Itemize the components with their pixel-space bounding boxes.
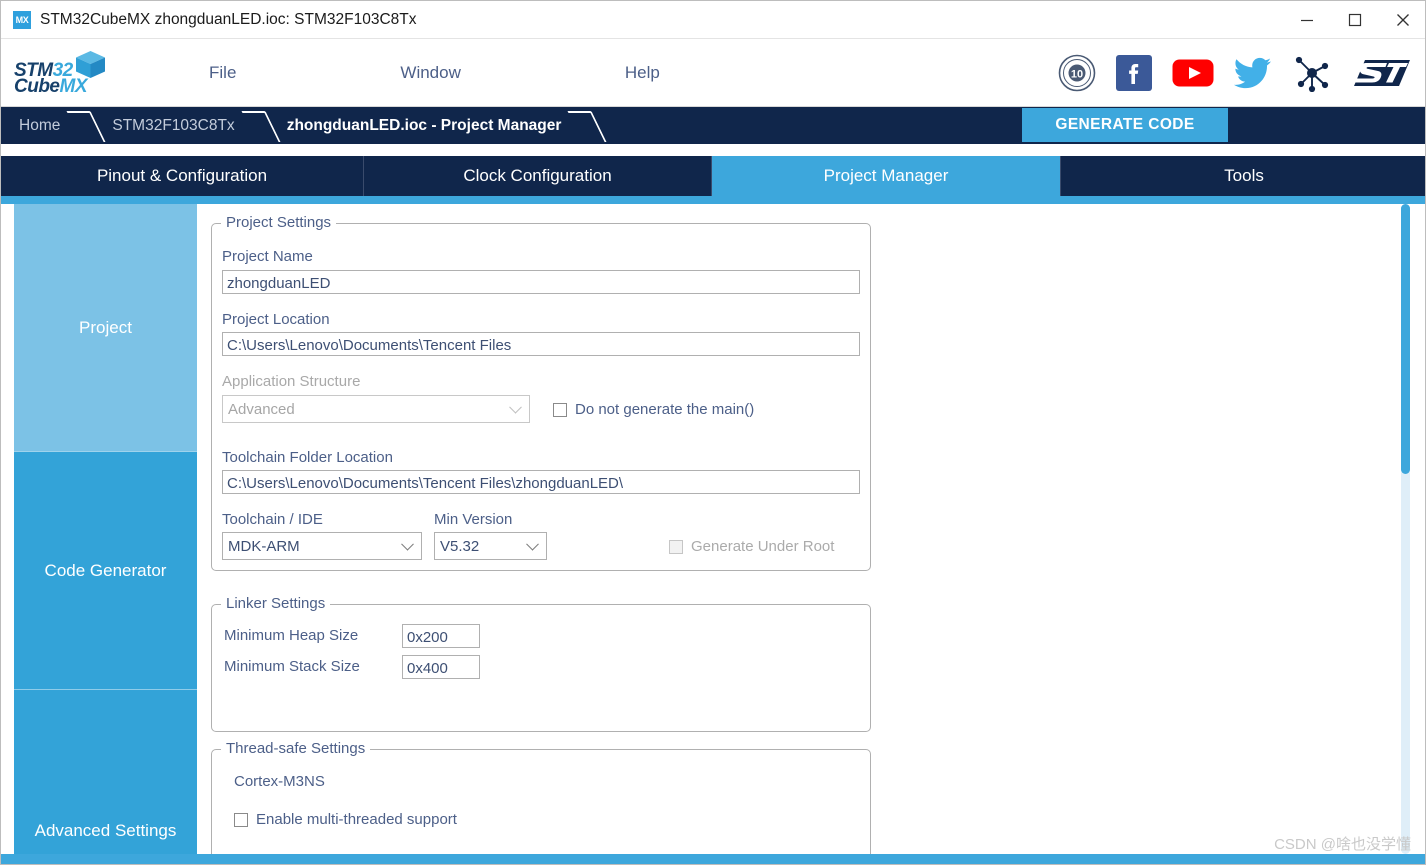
stm32cubemx-window: MX STM32CubeMX zhongduanLED.ioc: STM32F1…: [0, 0, 1426, 865]
stm32cubemx-logo: STM32 CubeMX: [11, 45, 116, 101]
sidebar-item-project[interactable]: Project: [14, 204, 197, 451]
project-location-input[interactable]: C:\Users\Lenovo\Documents\Tencent Files: [222, 332, 860, 356]
minimum-heap-size-label: Minimum Heap Size: [224, 627, 359, 644]
window-controls: [1283, 1, 1425, 39]
chevron-right-icon: [575, 107, 595, 144]
logo-mx: MX: [59, 76, 88, 97]
youtube-icon[interactable]: [1172, 58, 1214, 88]
bottom-accent-bar: [1, 854, 1425, 864]
close-icon[interactable]: [1379, 1, 1425, 39]
toolchain-ide-select[interactable]: MDK-ARM: [222, 532, 422, 560]
toolchain-folder-location-label: Toolchain Folder Location: [222, 449, 393, 466]
breadcrumb-item-current[interactable]: zhongduanLED.ioc - Project Manager: [269, 117, 576, 135]
svg-text:10: 10: [1071, 69, 1083, 81]
sidebar-item-advanced-settings[interactable]: Advanced Settings: [14, 689, 197, 854]
social-links: 10: [1058, 39, 1413, 107]
toolchain-folder-location-input[interactable]: C:\Users\Lenovo\Documents\Tencent Files\…: [222, 470, 860, 494]
menu-item-file[interactable]: File: [191, 63, 254, 83]
menu-item-window[interactable]: Window: [382, 63, 478, 83]
maximize-icon[interactable]: [1331, 1, 1379, 39]
ten-years-badge-icon[interactable]: 10: [1058, 54, 1096, 92]
breadcrumb-items: Home STM32F103C8Tx zhongduanLED.ioc - Pr…: [1, 107, 595, 144]
breadcrumb-item-home[interactable]: Home: [1, 117, 74, 135]
enable-multithreaded-support-label: Enable multi-threaded support: [256, 811, 457, 828]
project-name-label: Project Name: [222, 248, 313, 265]
do-not-generate-main-label: Do not generate the main(): [575, 401, 755, 418]
checkbox-box: [553, 402, 567, 417]
application-structure-value: Advanced: [228, 400, 295, 418]
thread-safe-settings-legend: Thread-safe Settings: [221, 740, 371, 757]
tab-project-manager[interactable]: Project Manager: [712, 156, 1061, 196]
st-logo-icon[interactable]: [1351, 55, 1413, 91]
do-not-generate-main-checkbox[interactable]: Do not generate the main(): [553, 401, 754, 418]
toolchain-ide-label: Toolchain / IDE: [222, 511, 323, 528]
project-settings-group: Project Settings Project Name zhongduanL…: [211, 214, 871, 571]
application-structure-label: Application Structure: [222, 373, 361, 390]
tab-pinout-configuration[interactable]: Pinout & Configuration: [1, 156, 364, 196]
minimum-stack-size-input[interactable]: 0x400: [402, 655, 480, 679]
sidebar-item-code-generator[interactable]: Code Generator: [14, 451, 197, 689]
left-margin: [1, 204, 14, 854]
linker-settings-legend: Linker Settings: [221, 595, 331, 612]
minimum-stack-size-label: Minimum Stack Size: [224, 658, 360, 675]
minimum-heap-size-input[interactable]: 0x200: [402, 624, 480, 648]
project-name-input[interactable]: zhongduanLED: [222, 270, 860, 294]
breadcrumb-item-mcu[interactable]: STM32F103C8Tx: [94, 117, 248, 135]
menu-item-help[interactable]: Help: [607, 63, 678, 83]
project-settings-legend: Project Settings: [221, 214, 337, 231]
community-network-icon[interactable]: [1292, 54, 1332, 92]
generate-under-root-label: Generate Under Root: [691, 538, 835, 555]
accent-strip: [1, 196, 1425, 204]
twitter-icon[interactable]: [1233, 56, 1273, 90]
project-panel: Project Settings Project Name zhongduanL…: [197, 204, 1391, 854]
project-manager-sidebar: Project Code Generator Advanced Settings: [14, 204, 197, 854]
app-icon: MX: [13, 10, 31, 29]
linker-settings-group: Linker Settings Minimum Heap Size 0x200 …: [211, 595, 871, 732]
vertical-scrollbar[interactable]: [1400, 204, 1411, 854]
facebook-icon[interactable]: [1115, 54, 1153, 92]
main-tabs: Pinout & Configuration Clock Configurati…: [1, 156, 1425, 196]
checkbox-box: [234, 812, 248, 827]
logo-line-2: CubeMX: [14, 77, 87, 96]
chevron-down-icon: [401, 537, 414, 551]
project-location-label: Project Location: [222, 311, 330, 328]
main-menu: File Window Help: [191, 39, 678, 107]
watermark: CSDN @啥也没学懂: [1274, 836, 1411, 853]
thread-safe-settings-group: Thread-safe Settings Cortex-M3NS Enable …: [211, 740, 871, 854]
min-version-label: Min Version: [434, 511, 513, 528]
min-version-value: V5.32: [440, 537, 480, 555]
minimize-icon[interactable]: [1283, 1, 1331, 39]
chevron-down-icon: [526, 537, 539, 551]
tab-clock-configuration[interactable]: Clock Configuration: [364, 156, 712, 196]
chevron-right-icon: [74, 107, 94, 144]
toolchain-ide-value: MDK-ARM: [228, 537, 300, 555]
window-title: STM32CubeMX zhongduanLED.ioc: STM32F103C…: [40, 10, 417, 28]
scrollbar-thumb[interactable]: [1401, 204, 1410, 474]
title-bar: MX STM32CubeMX zhongduanLED.ioc: STM32F1…: [1, 1, 1425, 39]
chevron-right-icon: [249, 107, 269, 144]
generate-code-button[interactable]: GENERATE CODE: [1022, 108, 1228, 142]
app-header: STM32 CubeMX File Window Help 10: [1, 39, 1425, 107]
cortex-core-label: Cortex-M3NS: [234, 773, 325, 790]
application-structure-select[interactable]: Advanced: [222, 395, 530, 423]
generate-under-root-checkbox[interactable]: Generate Under Root: [669, 538, 834, 555]
min-version-select[interactable]: V5.32: [434, 532, 547, 560]
checkbox-box: [669, 539, 683, 554]
logo-cube: Cube: [14, 76, 60, 97]
chevron-down-icon: [509, 400, 522, 414]
tab-tools[interactable]: Tools: [1061, 156, 1425, 196]
enable-multithreaded-support-checkbox[interactable]: Enable multi-threaded support: [234, 811, 457, 828]
body-area: Project Code Generator Advanced Settings…: [1, 204, 1425, 854]
